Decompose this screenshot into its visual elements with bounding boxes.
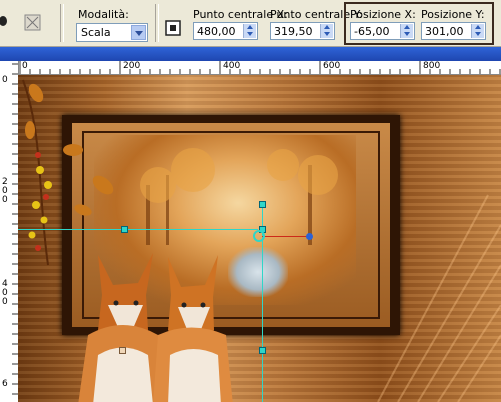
center-x-value: 480,00 xyxy=(197,25,236,38)
deform-handle[interactable] xyxy=(259,201,266,208)
document-titlebar[interactable] xyxy=(0,47,501,61)
image-canvas[interactable] xyxy=(18,75,501,402)
position-x-value: -65,00 xyxy=(354,25,390,38)
vruler-label: 0 xyxy=(2,75,8,85)
horizontal-ruler[interactable]: 0 200 400 600 800 xyxy=(18,61,501,75)
vertical-ruler-ticks xyxy=(12,63,18,395)
horizontal-guide-line xyxy=(18,229,258,230)
vruler-label: 6 xyxy=(2,379,8,389)
modalita-label: Modalità: xyxy=(78,8,129,21)
vruler-label: 0 xyxy=(2,195,8,205)
rotation-handle[interactable] xyxy=(306,233,313,240)
position-x-label: Posizione X: xyxy=(350,8,416,21)
position-y-label: Posizione Y: xyxy=(421,8,485,21)
deform-handle[interactable] xyxy=(259,347,266,354)
hruler-label-0: 0 xyxy=(22,61,28,71)
pin-icon[interactable] xyxy=(0,10,8,32)
modalita-value: Scala xyxy=(81,26,111,39)
position-y-value: 301,00 xyxy=(425,25,464,38)
hruler-label-400: 400 xyxy=(223,61,241,71)
toolbar-separator xyxy=(60,4,64,42)
deform-handle[interactable] xyxy=(121,226,128,233)
position-x-input[interactable]: -65,00 xyxy=(350,22,415,40)
position-y-spin-arrows-icon[interactable] xyxy=(471,24,484,38)
center-y-value: 319,50 xyxy=(274,25,313,38)
chevron-down-icon[interactable] xyxy=(131,25,146,40)
center-x-spin-arrows-icon[interactable] xyxy=(243,24,256,38)
vertical-ruler[interactable]: 0 2 0 0 4 0 0 6 xyxy=(0,61,19,402)
position-y-input[interactable]: 301,00 xyxy=(421,22,486,40)
rotation-handle-line xyxy=(262,236,312,237)
center-y-spin-arrows-icon[interactable] xyxy=(320,24,333,38)
center-x-input[interactable]: 480,00 xyxy=(193,22,258,40)
foxes-image xyxy=(78,253,233,402)
center-y-input[interactable]: 319,50 xyxy=(270,22,335,40)
corner-handle[interactable] xyxy=(119,347,126,354)
hruler-label-600: 600 xyxy=(323,61,341,71)
toolbar-separator xyxy=(155,4,159,42)
hruler-label-200: 200 xyxy=(123,61,141,71)
position-x-spin-arrows-icon[interactable] xyxy=(400,24,413,38)
reset-deform-icon[interactable] xyxy=(22,12,44,34)
center-point-icon[interactable] xyxy=(163,18,185,40)
pivot-point[interactable] xyxy=(253,230,265,242)
options-toolbar: Modalità: Scala Punto centrale X: 480,00… xyxy=(0,0,501,47)
modalita-select[interactable]: Scala xyxy=(76,23,148,42)
vruler-label: 0 xyxy=(2,297,8,307)
hruler-label-800: 800 xyxy=(423,61,441,71)
